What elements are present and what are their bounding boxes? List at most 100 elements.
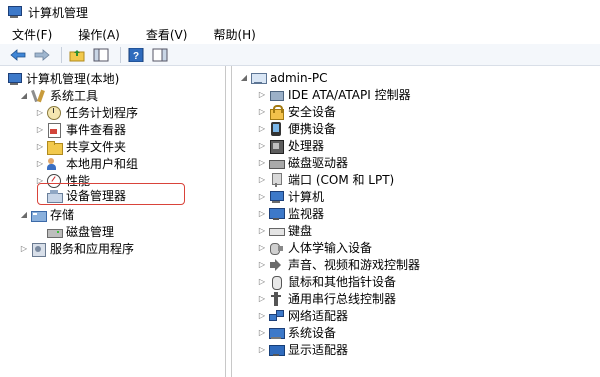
toolbar: ? (0, 44, 600, 66)
system-tools-icon (30, 88, 46, 104)
expand-arrow-icon[interactable]: ▷ (256, 140, 268, 152)
device-category-row[interactable]: ▷ 磁盘驱动器 (256, 154, 348, 171)
usb-icon (268, 291, 284, 307)
expand-arrow-icon[interactable]: ▷ (34, 141, 46, 153)
toolbar-separator (120, 46, 121, 63)
menu-action[interactable]: 操作(A) (78, 26, 120, 43)
security-device-icon (268, 104, 284, 120)
expand-arrow-icon[interactable]: ▷ (256, 293, 268, 305)
port-icon (268, 172, 284, 188)
expand-arrow-icon[interactable]: ▷ (256, 344, 268, 356)
expand-arrow-icon[interactable]: ▷ (256, 276, 268, 288)
expand-arrow-icon[interactable]: ▷ (256, 191, 268, 203)
help-icon: ? (128, 47, 144, 62)
console-tree-icon (93, 48, 109, 61)
device-manager-highlight (37, 183, 185, 205)
computer-icon (268, 189, 284, 205)
toolbar-separator (61, 46, 62, 63)
tree-item-storage[interactable]: ◢ 存储 (18, 206, 74, 223)
device-category-row[interactable]: ▷ 便携设备 (256, 120, 336, 137)
device-category-row[interactable]: ▷ 监视器 (256, 205, 324, 222)
expand-arrow-icon[interactable]: ▷ (256, 157, 268, 169)
folder-up-icon (69, 49, 85, 61)
show-hide-action-pane-button[interactable] (150, 46, 170, 64)
tree-item-shared-folders[interactable]: ▷ 共享文件夹 (34, 138, 126, 155)
expand-arrow-icon[interactable]: ▷ (256, 208, 268, 220)
device-category-row[interactable]: ▷ IDE ATA/ATAPI 控制器 (256, 86, 411, 103)
expand-arrow-icon[interactable]: ▷ (256, 225, 268, 237)
device-list-pane: ◢ admin-PC ▷ IDE ATA/ATAPI 控制器 ▷ 安全设备 ▷ 便携设备 ▷… (231, 66, 600, 377)
device-category-label: 通用串行总线控制器 (288, 292, 397, 306)
tree-item-label: 系统工具 (50, 89, 99, 103)
device-category-row[interactable]: ▷ 鼠标和其他指针设备 (256, 273, 396, 290)
expand-arrow-icon[interactable]: ▷ (34, 124, 46, 136)
device-category-label: IDE ATA/ATAPI 控制器 (288, 88, 411, 102)
collapse-arrow-icon[interactable]: ◢ (18, 209, 30, 221)
device-root-admin-pc[interactable]: ◢ admin-PC (238, 69, 328, 86)
expand-arrow-icon[interactable]: ▷ (256, 89, 268, 101)
mouse-icon (268, 274, 284, 290)
forward-arrow-icon (34, 48, 50, 61)
expand-arrow-icon[interactable]: ▷ (256, 310, 268, 322)
help-button[interactable]: ? (126, 46, 146, 64)
tree-item-system-tools[interactable]: ◢ 系统工具 (18, 87, 98, 104)
device-category-row[interactable]: ▷ 显示适配器 (256, 341, 348, 358)
hid-icon (268, 240, 284, 256)
device-category-label: 系统设备 (288, 326, 337, 340)
menu-file[interactable]: 文件(F) (12, 26, 52, 43)
local-users-icon (46, 156, 62, 172)
device-category-row[interactable]: ▷ 通用串行总线控制器 (256, 290, 396, 307)
expand-arrow-icon[interactable]: ▷ (256, 174, 268, 186)
expand-arrow-icon[interactable]: ▷ (256, 259, 268, 271)
expand-arrow-icon[interactable]: ▷ (256, 242, 268, 254)
tree-item-label: 存储 (50, 208, 75, 222)
expand-arrow-icon[interactable]: ▷ (256, 123, 268, 135)
tree-item-local-users[interactable]: ▷ 本地用户和组 (34, 155, 138, 172)
tree-item-task-scheduler[interactable]: ▷ 任务计划程序 (34, 104, 138, 121)
processor-icon (268, 138, 284, 154)
tree-item-disk-management[interactable]: 磁盘管理 (46, 223, 114, 240)
device-category-row[interactable]: ▷ 处理器 (256, 137, 324, 154)
tree-item-label: 事件查看器 (66, 123, 127, 137)
svg-text:?: ? (133, 51, 139, 62)
console-tree: 计算机管理(本地) ◢ 系统工具 ▷ 任务计划程序 ▷ 事件查看器 ▷ 共享文件… (0, 66, 226, 377)
expand-arrow-icon[interactable]: ▷ (34, 158, 46, 170)
device-category-row[interactable]: ▷ 端口 (COM 和 LPT) (256, 171, 394, 188)
computer-icon (250, 70, 267, 86)
device-category-label: 端口 (COM 和 LPT) (288, 173, 395, 187)
collapse-arrow-icon[interactable]: ◢ (238, 72, 250, 84)
tree-item-computer-management[interactable]: 计算机管理(本地) (6, 70, 119, 87)
device-category-label: 磁盘驱动器 (288, 156, 349, 170)
computer-management-icon (6, 4, 22, 20)
shared-folders-icon (46, 139, 63, 155)
monitor-icon (268, 206, 285, 222)
expand-arrow-icon[interactable]: ▷ (18, 243, 30, 255)
disk-drive-icon (268, 155, 285, 171)
device-category-row[interactable]: ▷ 键盘 (256, 222, 312, 239)
device-category-row[interactable]: ▷ 计算机 (256, 188, 324, 205)
device-category-label: 显示适配器 (288, 343, 349, 357)
menu-view[interactable]: 查看(V) (146, 26, 188, 43)
display-adapter-icon (268, 342, 285, 358)
device-category-row[interactable]: ▷ 声音、视频和游戏控制器 (256, 256, 420, 273)
show-hide-console-tree-button[interactable] (91, 46, 111, 64)
forward-button[interactable] (32, 46, 52, 64)
expand-arrow-icon[interactable]: ▷ (34, 107, 46, 119)
expand-arrow-icon[interactable]: ▷ (256, 327, 268, 339)
device-category-row[interactable]: ▷ 人体学输入设备 (256, 239, 372, 256)
expand-arrow-icon[interactable]: ▷ (256, 106, 268, 118)
tree-item-services-apps[interactable]: ▷ 服务和应用程序 (18, 240, 134, 257)
action-pane-icon (152, 48, 168, 61)
device-category-row[interactable]: ▷ 安全设备 (256, 103, 336, 120)
up-folder-button[interactable] (67, 46, 87, 64)
back-button[interactable] (8, 46, 28, 64)
tree-item-label: 本地用户和组 (66, 157, 139, 171)
device-category-row[interactable]: ▷ 系统设备 (256, 324, 336, 341)
menu-help[interactable]: 帮助(H) (213, 26, 255, 43)
collapse-arrow-icon[interactable]: ◢ (18, 90, 30, 102)
tree-item-event-viewer[interactable]: ▷ 事件查看器 (34, 121, 126, 138)
services-applications-icon (30, 241, 46, 257)
device-root-label: admin-PC (270, 70, 328, 85)
device-category-label: 鼠标和其他指针设备 (288, 275, 397, 289)
device-category-row[interactable]: ▷ 网络适配器 (256, 307, 348, 324)
